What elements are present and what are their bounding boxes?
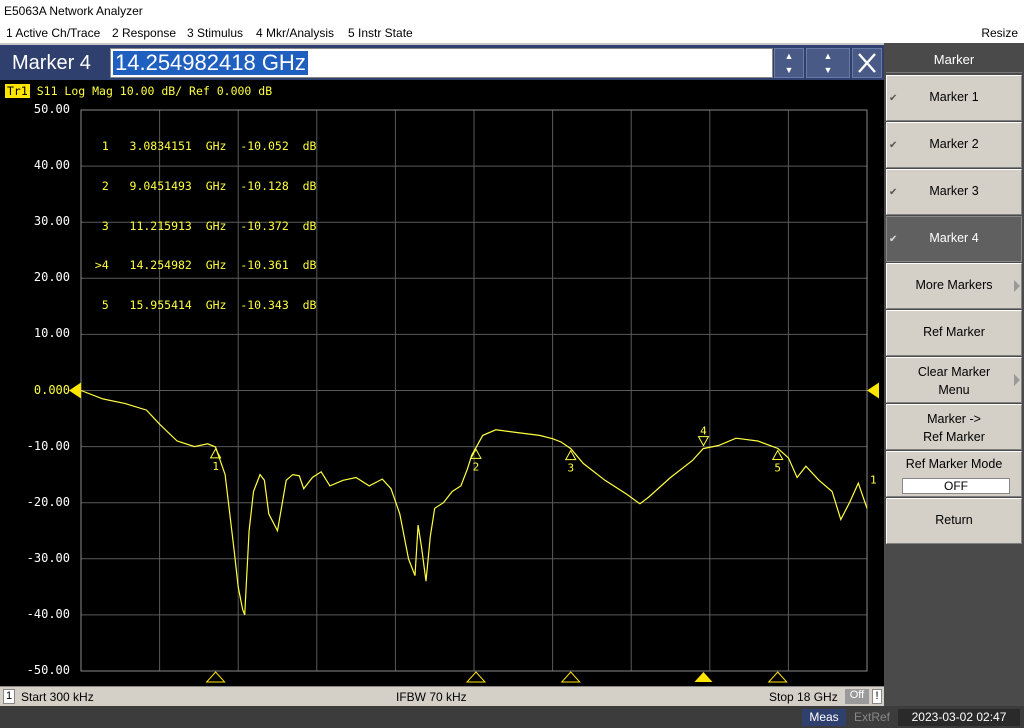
step-spin-button-large[interactable]: ▲ ▼ — [806, 48, 850, 78]
entry-bar: Marker 4 14.254982418 GHz ▲ ▼ ▲ ▼ — [0, 43, 884, 80]
double-arrow-up-icon[interactable]: ▲ — [807, 49, 849, 63]
window-title: E5063A Network Analyzer — [0, 0, 1024, 22]
softkey-more-markers[interactable]: More Markers — [886, 263, 1022, 309]
marker-4-symbol[interactable] — [697, 436, 710, 447]
marker-5-label: 5 — [774, 462, 781, 475]
channel-status-bar: 1 Start 300 kHz IFBW 70 kHz Stop 18 GHz … — [0, 686, 884, 706]
softkey-menu-title: Marker — [886, 45, 1022, 73]
check-icon: ✔ — [889, 234, 898, 245]
softkey-panel: Marker ✔ Marker 1 ✔ Marker 2 ✔ Marker 3 … — [884, 43, 1024, 706]
softkey-marker-3[interactable]: ✔ Marker 3 — [886, 169, 1022, 215]
trace-end-label: 1 — [870, 473, 877, 486]
menu-active-ch-trace[interactable]: 1 Active Ch/Trace — [6, 26, 100, 40]
y-tick-label: -20.00 — [26, 494, 70, 509]
channel-number[interactable]: 1 — [3, 689, 15, 704]
softkey-clear-marker-menu[interactable]: Clear Marker Menu — [886, 357, 1022, 403]
softkey-ref-marker[interactable]: Ref Marker — [886, 310, 1022, 356]
y-tick-label: 0.000 — [33, 382, 70, 397]
check-icon: ✔ — [889, 93, 898, 104]
instrument-status-bar: Meas ExtRef 2023-03-02 02:47 — [0, 706, 1024, 728]
marker-2-stimulus-indicator[interactable] — [465, 671, 487, 683]
ref-marker-mode-value: OFF — [902, 478, 1010, 494]
meas-indicator: Meas — [802, 709, 846, 726]
marker-3-label: 3 — [567, 462, 574, 475]
marker-5-stimulus-indicator[interactable] — [767, 671, 788, 683]
ref-level-right-arrow-icon[interactable] — [867, 382, 879, 399]
ifbw-value[interactable]: IFBW 70 kHz — [396, 690, 467, 704]
date-time: 2023-03-02 02:47 — [898, 709, 1020, 726]
marker-1-label: 1 — [212, 460, 219, 473]
entry-value-field[interactable]: 14.254982418 GHz — [110, 48, 773, 78]
check-icon: ✔ — [889, 140, 898, 151]
marker-table: 1 3.0834151 GHz -10.052 dB 2 9.0451493 G… — [88, 114, 317, 338]
y-tick-label: 10.00 — [33, 326, 70, 341]
softkey-marker-2[interactable]: ✔ Marker 2 — [886, 122, 1022, 168]
marker-table-row: 1 3.0834151 GHz -10.052 dB — [88, 139, 317, 154]
marker-4-label: 4 — [700, 425, 707, 438]
menu-mkr-analysis[interactable]: 4 Mkr/Analysis — [256, 26, 334, 40]
marker-2-label: 2 — [473, 460, 480, 473]
sweep-off-badge: Off — [845, 689, 869, 704]
ref-level-left-arrow-icon[interactable] — [69, 382, 81, 399]
marker-4-stimulus-indicator[interactable] — [694, 672, 713, 682]
y-tick-label: 40.00 — [33, 158, 70, 173]
softkey-marker-1[interactable]: ✔ Marker 1 — [886, 75, 1022, 121]
warning-badge: ! — [872, 689, 882, 704]
y-tick-label: -30.00 — [26, 550, 70, 565]
y-tick-label: 30.00 — [33, 214, 70, 229]
extref-indicator: ExtRef — [853, 710, 890, 724]
softkey-marker-4[interactable]: ✔ Marker 4 — [886, 216, 1022, 262]
submenu-arrow-icon — [1014, 374, 1020, 386]
softkey-return[interactable]: Return — [886, 498, 1022, 544]
close-entry-button[interactable] — [852, 48, 882, 78]
submenu-arrow-icon — [1014, 280, 1020, 292]
stop-frequency[interactable]: Stop 18 GHz — [769, 690, 838, 704]
menu-response[interactable]: 2 Response — [112, 26, 176, 40]
close-icon — [858, 53, 876, 73]
arrow-down-icon[interactable]: ▼ — [775, 63, 803, 77]
menu-bar: 1 Active Ch/Trace 2 Response 3 Stimulus … — [0, 22, 1024, 43]
marker-3-stimulus-indicator[interactable] — [560, 671, 581, 683]
y-tick-label: 20.00 — [33, 270, 70, 285]
arrow-up-icon[interactable]: ▲ — [775, 49, 803, 63]
marker-table-row-active: >4 14.254982 GHz -10.361 dB — [88, 258, 317, 273]
menu-stimulus[interactable]: 3 Stimulus — [187, 26, 243, 40]
menu-instr-state[interactable]: 5 Instr State — [348, 26, 413, 40]
y-tick-label: -50.00 — [26, 663, 70, 677]
marker-table-row: 2 9.0451493 GHz -10.128 dB — [88, 179, 317, 194]
check-icon: ✔ — [889, 187, 898, 198]
softkey-marker-to-ref-marker[interactable]: Marker -> Ref Marker — [886, 404, 1022, 450]
marker-table-row: 3 11.215913 GHz -10.372 dB — [88, 218, 317, 233]
y-tick-label: 50.00 — [33, 102, 70, 116]
softkey-ref-marker-mode[interactable]: Ref Marker Mode OFF — [886, 451, 1022, 497]
entry-value-text: 14.254982418 GHz — [113, 50, 308, 75]
trace-name-badge[interactable]: Tr1 — [5, 84, 30, 98]
y-tick-label: -40.00 — [26, 606, 70, 621]
marker-1-stimulus-indicator[interactable] — [205, 671, 226, 683]
entry-label: Marker 4 — [12, 52, 91, 74]
menu-resize[interactable]: Resize — [981, 26, 1018, 40]
y-tick-label: -10.00 — [26, 438, 70, 453]
trace-header: Tr1 S11 Log Mag 10.00 dB/ Ref 0.000 dB — [5, 84, 272, 98]
step-spin-button[interactable]: ▲ ▼ — [774, 48, 804, 78]
start-frequency[interactable]: Start 300 kHz — [21, 690, 94, 704]
network-analyzer-window: E5063A Network Analyzer 1 Active Ch/Trac… — [0, 0, 1024, 728]
trace-header-text: S11 Log Mag 10.00 dB/ Ref 0.000 dB — [36, 84, 273, 98]
marker-table-row: 5 15.955414 GHz -10.343 dB — [88, 297, 317, 312]
double-arrow-down-icon[interactable]: ▼ — [807, 63, 849, 77]
